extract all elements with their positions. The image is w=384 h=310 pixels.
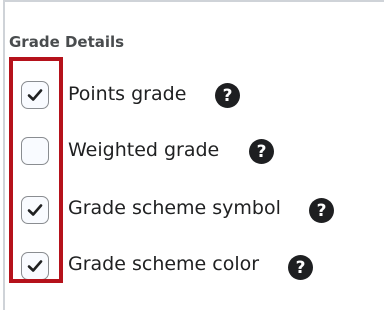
grade-details-panel: Grade Details Points grade ? Weighted gr… [0,0,384,310]
question-circle-icon[interactable]: ? [309,198,334,223]
question-circle-icon[interactable]: ? [215,83,240,108]
weighted-grade-label: Weighted grade [68,139,220,161]
checkbox-highlight-box [9,57,63,283]
section-title: Grade Details [9,33,125,51]
panel-top-border [3,0,384,2]
grade-scheme-symbol-label: Grade scheme symbol [68,197,281,219]
points-grade-label: Points grade [68,83,187,105]
question-circle-icon[interactable]: ? [288,255,313,280]
question-circle-icon[interactable]: ? [249,139,274,164]
grade-scheme-color-label: Grade scheme color [68,253,260,275]
